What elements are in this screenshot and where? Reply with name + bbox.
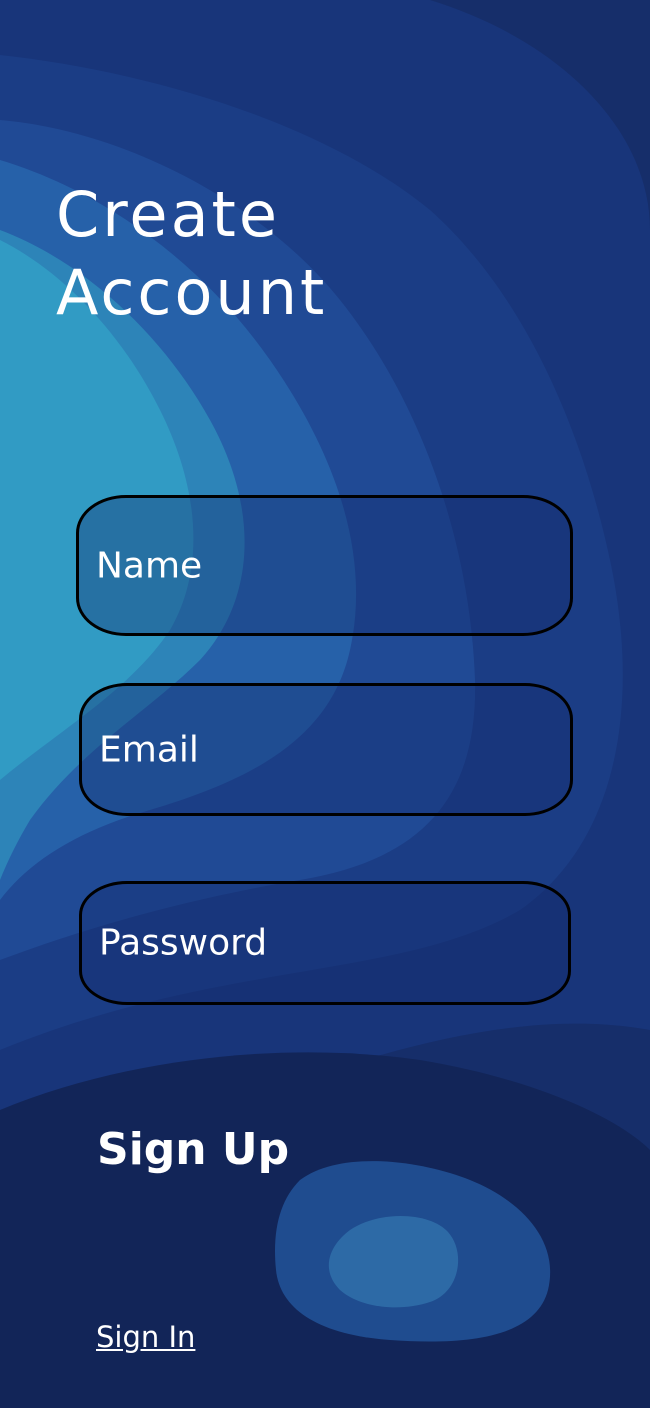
name-field[interactable]: Name [76, 495, 573, 636]
email-field[interactable]: Email [79, 683, 573, 816]
password-field[interactable]: Password [79, 881, 571, 1005]
page-title: Create Account [56, 176, 327, 332]
name-field-placeholder: Name [96, 545, 203, 586]
email-field-placeholder: Email [99, 729, 199, 770]
page-title-line-2: Account [56, 256, 328, 329]
password-field-placeholder: Password [99, 922, 268, 964]
sign-in-link[interactable]: Sign In [96, 1320, 195, 1354]
create-account-screen: Create Account Name Email Password Sign … [0, 0, 650, 1408]
page-title-line-1: Create [56, 178, 281, 251]
sign-up-button[interactable]: Sign Up [97, 1124, 289, 1175]
